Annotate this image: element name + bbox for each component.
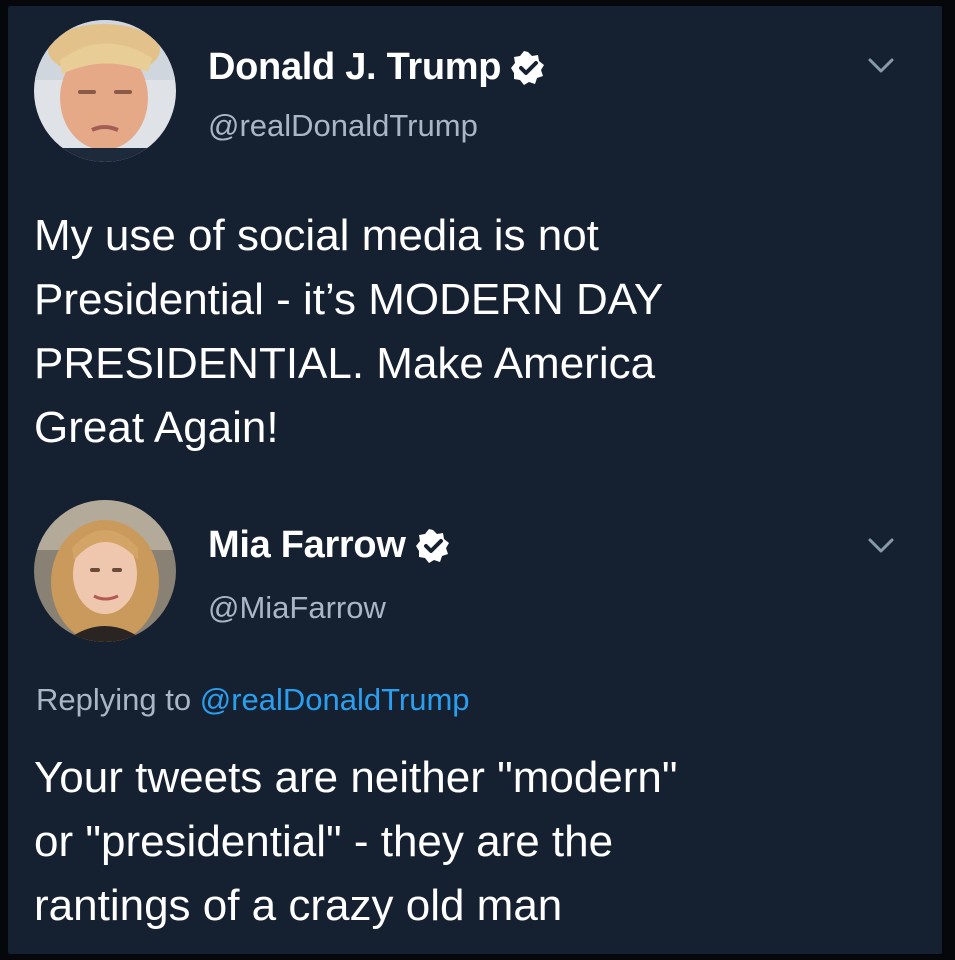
tweet-text-line: Presidential - it’s MODERN DAY — [34, 275, 664, 324]
farrow-avatar[interactable] — [34, 500, 176, 642]
tweet-text-line: Your tweets are neither "modern" — [34, 753, 678, 802]
tweet-text: My use of social media is not Presidenti… — [34, 204, 663, 460]
tweet-text-line: My use of social media is not — [34, 211, 599, 260]
avatar-portrait-icon — [34, 500, 176, 642]
author-name-row: Donald J. Trump — [208, 46, 545, 89]
author-handle[interactable]: @realDonaldTrump — [208, 108, 478, 144]
author-name-row: Mia Farrow — [208, 524, 450, 567]
tweet-text-line: or "presidential" - they are the — [34, 817, 614, 866]
replying-to-label: Replying to — [36, 682, 192, 717]
author-name[interactable]: Mia Farrow — [208, 524, 406, 567]
screenshot-frame: Donald J. Trump @realDonaldTrump My use … — [0, 0, 955, 960]
trump-avatar[interactable] — [34, 20, 176, 162]
chevron-down-icon[interactable] — [866, 534, 896, 556]
author-name[interactable]: Donald J. Trump — [208, 46, 502, 89]
replying-to-line: Replying to @realDonaldTrump — [36, 682, 470, 718]
tweet-text-line: rantings of a crazy old man — [34, 881, 563, 930]
tweet-text-line: PRESIDENTIAL. Make America — [34, 339, 656, 388]
author-handle[interactable]: @MiaFarrow — [208, 590, 386, 626]
tweet-text: Your tweets are neither "modern" or "pre… — [34, 746, 678, 938]
verified-badge-icon — [415, 528, 449, 563]
avatar-portrait-icon — [34, 20, 176, 162]
tweet-panel: Donald J. Trump @realDonaldTrump My use … — [8, 6, 942, 954]
verified-badge-icon — [511, 50, 545, 85]
chevron-down-icon[interactable] — [866, 54, 896, 76]
tweet-text-line: Great Again! — [34, 403, 279, 452]
replying-to-mention-link[interactable]: @realDonaldTrump — [200, 682, 470, 717]
